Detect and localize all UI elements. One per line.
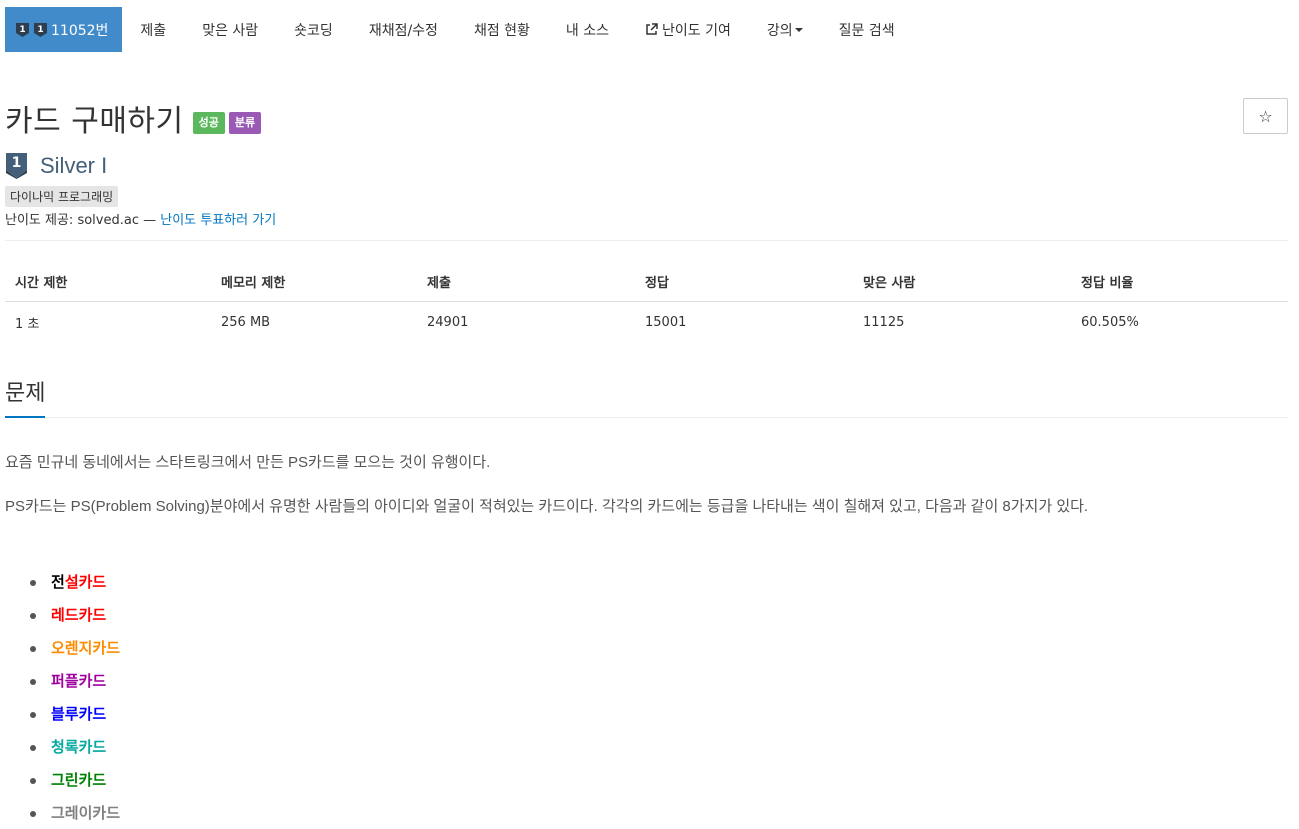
svg-text:1: 1	[19, 25, 25, 35]
tab-submit[interactable]: 제출	[122, 7, 184, 52]
card-name: 청록카드	[51, 738, 107, 756]
list-item: 퍼플카드	[30, 665, 120, 698]
card-name: 그레이카드	[51, 804, 121, 822]
difficulty-provider: 난이도 제공: solved.ac — 난이도 투표하러 가기	[5, 209, 276, 228]
caret-down-icon	[794, 27, 803, 32]
algorithm-tag[interactable]: 다이나믹 프로그래밍	[5, 186, 119, 207]
silver-tier-icon: 1	[6, 153, 27, 179]
tab-question-search[interactable]: 질문 검색	[821, 7, 913, 52]
section-title: 문제	[5, 375, 46, 418]
category-badge[interactable]: 분류	[228, 111, 262, 135]
tab-problem[interactable]: 1 1 11052번	[5, 7, 123, 52]
card-name: 설카드	[64, 573, 107, 591]
vote-difficulty-link[interactable]: 난이도 투표하러 가기	[160, 213, 276, 228]
list-item: 그린카드	[30, 764, 120, 797]
tab-difficulty-label: 난이도 기여	[662, 22, 731, 39]
title-row: 카드 구매하기 성공 분류	[5, 96, 262, 140]
tab-lectures-label: 강의	[766, 22, 793, 39]
correct-value: 15001	[645, 315, 687, 330]
provider-text: 난이도 제공: solved.ac —	[5, 213, 161, 228]
card-name: 퍼플카드	[51, 672, 107, 690]
external-link-icon	[645, 23, 658, 36]
card-name: 그린카드	[51, 771, 107, 789]
header-accept-rate: 정답 비율	[1071, 263, 1288, 302]
list-item: 청록카드	[30, 731, 120, 764]
tier-name[interactable]: Silver I	[40, 153, 107, 179]
star-icon: ☆	[1258, 106, 1273, 126]
card-list: 전설카드 레드카드 오렌지카드 퍼플카드 블루카드 청록카드 그린카드 그레이카…	[30, 566, 120, 829]
problem-paragraph: 요즘 민규네 동네에서는 스타트링크에서 만든 PS카드를 모으는 것이 유행이…	[5, 454, 491, 471]
tab-my-source[interactable]: 내 소스	[548, 7, 627, 52]
header-correct: 정답	[635, 263, 853, 302]
problem-paragraph: PS카드는 PS(Problem Solving)분야에서 유명한 사람들의 아…	[5, 498, 1089, 515]
list-item: 오렌지카드	[30, 632, 120, 665]
header-memory-limit: 메모리 제한	[211, 263, 417, 302]
tab-rejudge[interactable]: 재채점/수정	[351, 7, 456, 52]
tab-difficulty-contribute[interactable]: 난이도 기여	[627, 7, 749, 52]
card-first-char: 전	[51, 573, 65, 591]
silver-tier-icon: 1	[34, 22, 47, 37]
list-item: 레드카드	[30, 599, 120, 632]
divider	[5, 240, 1288, 241]
header-submissions: 제출	[417, 263, 635, 302]
tab-lectures[interactable]: 강의	[749, 7, 821, 52]
page-title: 카드 구매하기	[5, 104, 184, 139]
problem-info-table: 시간 제한 메모리 제한 제출 정답 맞은 사람 정답 비율 1 초 256 M…	[5, 263, 1288, 342]
accepted-users-value: 11125	[863, 315, 905, 330]
card-name: 블루카드	[51, 705, 107, 723]
svg-text:1: 1	[12, 155, 22, 171]
header-accepted-users: 맞은 사람	[853, 263, 1071, 302]
accept-rate-value: 60.505%	[1081, 315, 1139, 330]
problem-section-header: 문제	[5, 375, 1288, 418]
svg-text:1: 1	[37, 25, 43, 35]
problem-nav: 1 1 11052번 제출 맞은 사람 숏코딩 재채점/수정 채점 현황 내 소…	[5, 7, 913, 52]
tab-short-coding[interactable]: 숏코딩	[276, 7, 351, 52]
card-name: 레드카드	[51, 606, 107, 624]
tier-row: 1 Silver I	[5, 152, 107, 180]
tab-status[interactable]: 채점 현황	[456, 7, 548, 52]
status-badge-success[interactable]: 성공	[192, 111, 225, 135]
submissions-value: 24901	[427, 315, 469, 330]
card-name: 오렌지카드	[51, 639, 121, 657]
table-row: 1 초 256 MB 24901 15001 11125 60.505%	[5, 302, 1288, 343]
silver-tier-icon: 1	[16, 22, 29, 37]
list-item: 블루카드	[30, 698, 120, 731]
list-item: 전설카드	[30, 566, 120, 599]
table-header-row: 시간 제한 메모리 제한 제출 정답 맞은 사람 정답 비율	[5, 263, 1288, 302]
favorite-star-button[interactable]: ☆	[1243, 98, 1288, 134]
tab-accepted-users[interactable]: 맞은 사람	[184, 7, 276, 52]
time-limit-value: 1 초	[15, 317, 40, 332]
header-time-limit: 시간 제한	[5, 263, 211, 302]
problem-number: 11052번	[51, 22, 109, 39]
memory-limit-value: 256 MB	[221, 315, 271, 330]
list-item: 그레이카드	[30, 797, 120, 829]
